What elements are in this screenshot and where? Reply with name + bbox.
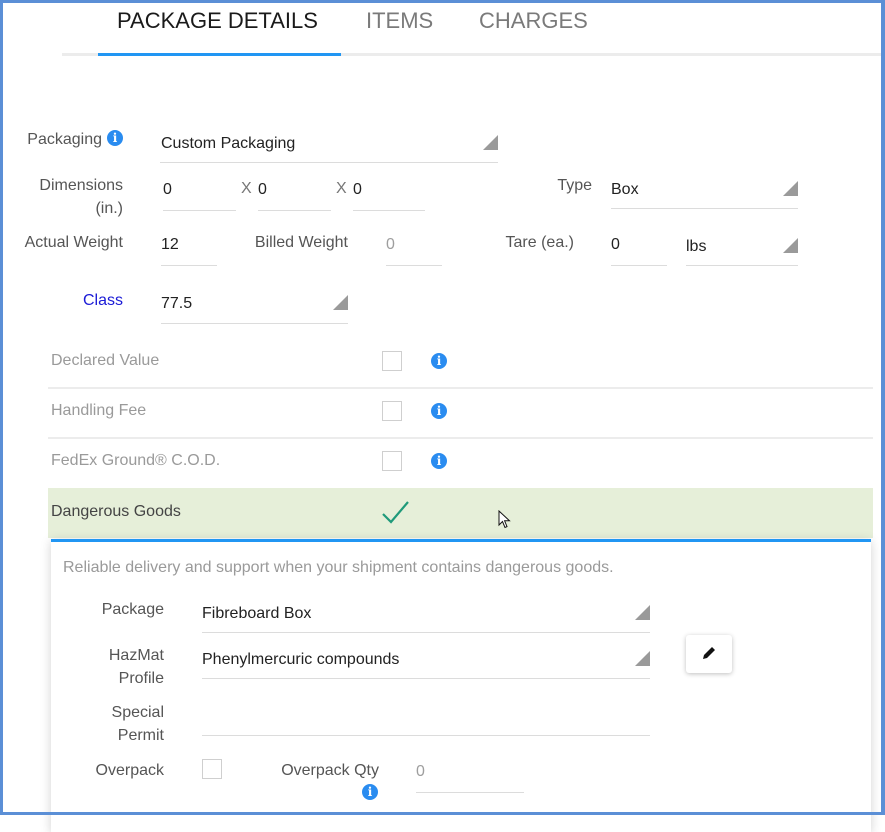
type-dropdown-arrow-icon[interactable] [783, 181, 798, 196]
actual-weight-underline [161, 265, 217, 266]
dangerous-goods-description: Reliable delivery and support when your … [63, 559, 614, 576]
option-row-handling-fee: Handling Fee i [48, 388, 873, 439]
weight-unit-underline [686, 265, 798, 266]
class-select-value[interactable]: 77.5 [161, 294, 192, 314]
overpack-qty-label: Overpack Qty [281, 762, 379, 779]
dimension-separator: X [336, 180, 347, 197]
dg-package-underline [202, 632, 650, 633]
overpack-label: Overpack [95, 762, 164, 779]
option-row-declared-value: Declared Value i [48, 338, 873, 389]
special-permit-label-line2: Permit [117, 727, 164, 744]
packaging-label: Packaging [27, 131, 102, 148]
weight-unit-select-value[interactable]: lbs [686, 237, 706, 257]
handling-fee-checkbox[interactable] [382, 401, 402, 421]
tare-label: Tare (ea.) [505, 234, 574, 251]
handling-fee-info-icon[interactable]: i [431, 403, 447, 419]
mouse-cursor-icon [498, 510, 511, 529]
dangerous-goods-panel: Reliable delivery and support when your … [51, 539, 871, 832]
hazmat-profile-select-value[interactable]: Phenylmercuric compounds [202, 650, 399, 670]
dg-package-select-value[interactable]: Fibreboard Box [202, 604, 311, 624]
overpack-checkbox[interactable] [202, 759, 222, 779]
packaging-info-icon[interactable]: i [107, 130, 123, 146]
special-permit-label: Special [111, 704, 164, 721]
class-label-link[interactable]: Class [50, 289, 123, 312]
dangerous-goods-checkmark-icon[interactable] [381, 498, 411, 526]
dg-package-label: Package [101, 601, 164, 618]
type-label: Type [557, 177, 592, 194]
type-select-underline [611, 208, 798, 209]
actual-weight-input[interactable]: 12 [161, 235, 179, 255]
dg-package-dropdown-arrow-icon[interactable] [635, 605, 650, 620]
tare-underline [611, 265, 667, 266]
class-select-underline [161, 323, 348, 324]
tab-package-details[interactable]: PACKAGE DETAILS [117, 8, 318, 34]
width-underline [258, 210, 331, 211]
option-row-dangerous-goods[interactable]: Dangerous Goods [48, 488, 873, 538]
packaging-select-value[interactable]: Custom Packaging [161, 134, 295, 154]
length-underline [163, 210, 236, 211]
width-input[interactable]: 0 [258, 180, 267, 200]
billed-weight-underline [386, 265, 442, 266]
actual-weight-label: Actual Weight [24, 234, 123, 251]
overpack-qty-input[interactable]: 0 [416, 762, 425, 782]
type-select-value[interactable]: Box [611, 180, 639, 200]
dimension-separator: X [241, 180, 252, 197]
pencil-icon [703, 647, 715, 659]
hazmat-profile-dropdown-arrow-icon[interactable] [635, 651, 650, 666]
height-input[interactable]: 0 [353, 180, 362, 200]
cod-label: FedEx Ground® C.O.D. [51, 452, 221, 469]
declared-value-label: Declared Value [51, 352, 160, 369]
billed-weight-label: Billed Weight [254, 234, 348, 251]
cod-checkbox[interactable] [382, 451, 402, 471]
edit-hazmat-profile-button[interactable] [686, 635, 732, 673]
overpack-qty-info-icon[interactable]: i [362, 784, 378, 800]
hazmat-profile-label: HazMat [108, 647, 164, 664]
packaging-select-underline [160, 162, 498, 163]
active-tab-indicator [98, 53, 341, 56]
dimensions-label: Dimensions [39, 177, 123, 194]
hazmat-profile-underline [202, 678, 650, 679]
option-row-cod: FedEx Ground® C.O.D. i [48, 438, 873, 487]
tab-items[interactable]: ITEMS [366, 8, 433, 34]
declared-value-checkbox[interactable] [382, 351, 402, 371]
packaging-dropdown-arrow-icon[interactable] [483, 135, 498, 150]
height-underline [353, 210, 425, 211]
overpack-qty-underline [416, 792, 524, 793]
hazmat-profile-label-line2: Profile [118, 670, 164, 687]
dangerous-goods-label: Dangerous Goods [51, 503, 181, 520]
special-permit-underline [202, 735, 650, 736]
tare-input[interactable]: 0 [611, 235, 620, 255]
weight-unit-dropdown-arrow-icon[interactable] [783, 238, 798, 253]
declared-value-info-icon[interactable]: i [431, 353, 447, 369]
billed-weight-input[interactable]: 0 [386, 235, 395, 255]
handling-fee-label: Handling Fee [51, 402, 147, 419]
cod-info-icon[interactable]: i [431, 453, 447, 469]
tab-charges[interactable]: CHARGES [479, 8, 588, 34]
dimensions-unit-label: (in.) [95, 200, 123, 217]
class-dropdown-arrow-icon[interactable] [333, 295, 348, 310]
length-input[interactable]: 0 [163, 180, 172, 200]
